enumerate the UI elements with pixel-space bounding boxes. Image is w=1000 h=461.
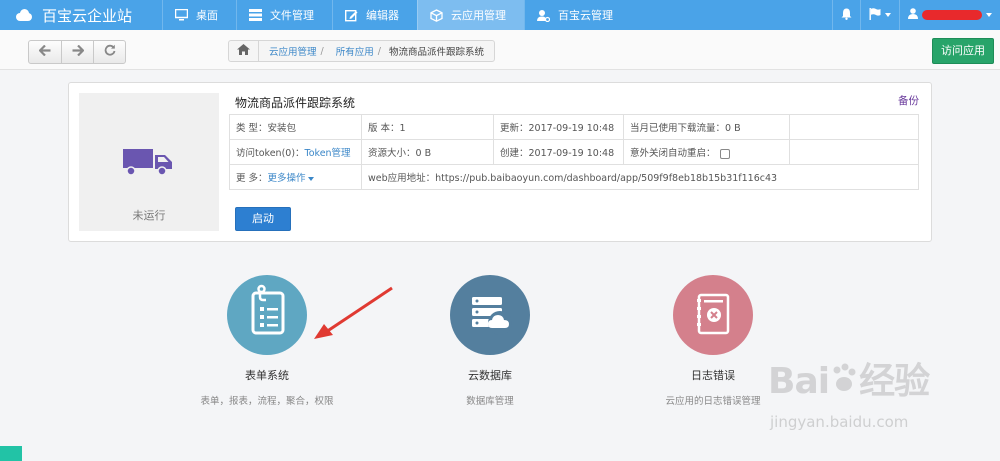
tile-description: 表单，报表，流程，聚合，权限	[200, 396, 334, 407]
more-actions-dropdown[interactable]: 更多操作	[268, 173, 314, 184]
table-cell: 创建：2017-09-19 10:48	[493, 139, 624, 165]
user-icon	[908, 8, 918, 22]
back-button[interactable]	[29, 41, 61, 63]
flag-menu[interactable]	[860, 0, 899, 30]
home-icon	[237, 44, 250, 58]
top-navbar: 百宝云企业站 桌面 文件管理 编辑器 云应用管理 百宝云管理	[0, 0, 1000, 30]
table-cell: web应用地址：https://pub.baibaoyun.com/dashbo…	[361, 164, 919, 190]
nav-item-cloud-apps[interactable]: 云应用管理	[417, 0, 524, 30]
app-status: 未运行	[132, 209, 166, 222]
nav-item-baibaoyun-admin[interactable]: 百宝云管理	[524, 0, 631, 30]
breadcrumb-link-all-apps[interactable]: 所有应用	[326, 44, 376, 58]
tile-description: 数据库管理	[466, 396, 514, 407]
table-row: 访问token(0)：Token管理 资源大小：0 B 创建：2017-09-1…	[229, 139, 919, 165]
table-cell: 类 型：安装包	[229, 114, 362, 140]
tile-cloud-database[interactable]: 云数据库 数据库管理	[400, 275, 580, 407]
nav-item-label: 编辑器	[366, 9, 399, 22]
start-button[interactable]: 启动	[235, 207, 291, 231]
table-cell: 当月已使用下载流量：0 B	[623, 114, 790, 140]
notification-bell[interactable]	[832, 0, 860, 30]
nav-item-label: 桌面	[196, 9, 218, 22]
app-thumbnail: 未运行	[79, 93, 219, 231]
web-app-url: https://pub.baibaoyun.com/dashboard/app/…	[435, 173, 778, 184]
corner-widget[interactable]	[0, 446, 22, 461]
nav-item-editor[interactable]: 编辑器	[332, 0, 417, 30]
cube-icon	[430, 8, 443, 22]
nav-item-label: 百宝云管理	[558, 9, 613, 22]
nav-item-label: 云应用管理	[451, 9, 506, 22]
history-buttons	[28, 40, 126, 64]
app-info-table: 类 型：安装包 版 本：1 更新：2017-09-19 10:48 当月已使用下…	[229, 114, 919, 190]
auto-restart-checkbox[interactable]	[719, 148, 730, 159]
cloud-logo-icon	[14, 9, 34, 21]
user-gear-icon	[537, 9, 550, 22]
visit-app-button[interactable]: 访问应用	[932, 38, 994, 64]
cloud-database-icon	[450, 275, 530, 355]
toolbar: 云应用管理 / 所有应用 / 物流商品派件跟踪系统 访问应用	[0, 30, 1000, 70]
breadcrumb-current: 物流商品派件跟踪系统	[388, 47, 484, 58]
list-icon	[249, 9, 262, 22]
redacted-username	[922, 10, 982, 20]
monitor-icon	[175, 9, 188, 22]
token-manage-link[interactable]: Token管理	[305, 148, 351, 159]
table-cell: 意外关闭自动重启：	[623, 139, 790, 165]
tile-name: 表单系统	[245, 369, 289, 382]
arrow-left-icon	[38, 44, 51, 60]
app-title: 物流商品派件跟踪系统	[235, 96, 356, 110]
table-row: 更 多：更多操作 web应用地址：https://pub.baibaoyun.c…	[229, 164, 919, 190]
brand-title: 百宝云企业站	[42, 6, 133, 25]
home-button[interactable]	[229, 41, 259, 61]
chevron-down-icon	[885, 13, 891, 17]
tile-name: 云数据库	[468, 369, 512, 382]
backup-link[interactable]: 备份	[898, 93, 919, 108]
arrow-right-icon	[72, 44, 85, 60]
table-cell: 访问token(0)：Token管理	[229, 139, 362, 165]
flag-icon	[869, 7, 881, 23]
table-cell	[789, 114, 919, 140]
breadcrumb-link-cloud-apps[interactable]: 云应用管理	[259, 44, 319, 58]
table-cell	[789, 139, 919, 165]
paw-icon	[829, 361, 859, 402]
nav-item-files[interactable]: 文件管理	[236, 0, 332, 30]
truck-icon	[123, 149, 172, 176]
table-cell: 更 多：更多操作	[229, 164, 362, 190]
annotation-arrow-icon	[314, 286, 393, 339]
breadcrumb-separator: /	[377, 45, 381, 57]
breadcrumb: 云应用管理 / 所有应用 / 物流商品派件跟踪系统	[228, 40, 495, 62]
brand[interactable]: 百宝云企业站	[0, 0, 162, 30]
table-row: 类 型：安装包 版 本：1 更新：2017-09-19 10:48 当月已使用下…	[229, 114, 919, 140]
nav-item-desktop[interactable]: 桌面	[162, 0, 236, 30]
watermark-url: jingyan.baidu.com	[770, 413, 909, 431]
form-clipboard-icon	[227, 275, 307, 355]
user-menu[interactable]	[899, 0, 1000, 30]
error-log-icon	[673, 275, 753, 355]
breadcrumb-separator: /	[320, 45, 324, 57]
app-card: 未运行 物流商品派件跟踪系统 备份 类 型：安装包 版 本：1 更新：2017-…	[68, 82, 932, 242]
nav-item-label: 文件管理	[270, 9, 314, 22]
edit-icon	[345, 9, 358, 22]
forward-button[interactable]	[61, 41, 93, 63]
chevron-down-icon	[986, 13, 992, 17]
table-cell: 版 本：1	[361, 114, 494, 140]
refresh-button[interactable]	[93, 41, 125, 63]
chevron-down-icon	[307, 176, 314, 181]
table-cell: 更新：2017-09-19 10:48	[493, 114, 624, 140]
refresh-icon	[104, 44, 116, 60]
bell-icon	[841, 8, 852, 23]
watermark-logo: Bai 经验	[768, 361, 930, 402]
table-cell: 资源大小：0 B	[361, 139, 494, 165]
